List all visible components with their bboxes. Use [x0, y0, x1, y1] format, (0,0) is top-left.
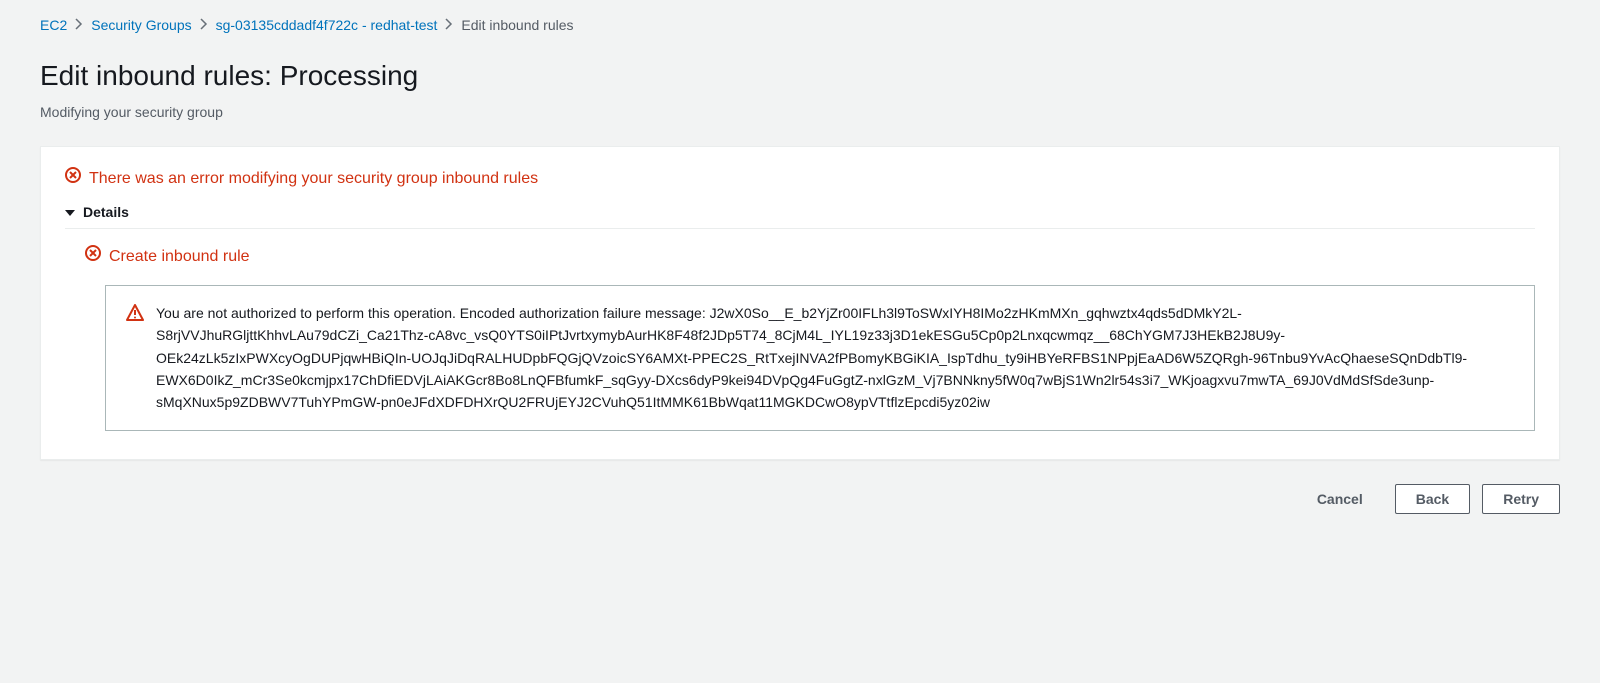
chevron-right-icon: [75, 18, 83, 34]
page-subtitle: Modifying your security group: [40, 103, 1560, 123]
breadcrumb-current: Edit inbound rules: [461, 16, 573, 36]
breadcrumb-link-ec2[interactable]: EC2: [40, 16, 67, 36]
retry-button[interactable]: Retry: [1482, 484, 1560, 514]
chevron-right-icon: [200, 18, 208, 34]
error-circle-x-icon: [65, 167, 81, 190]
error-circle-x-icon: [85, 245, 101, 268]
caret-down-icon: [65, 210, 75, 216]
cancel-button[interactable]: Cancel: [1297, 485, 1383, 513]
alert-title: There was an error modifying your securi…: [89, 168, 538, 190]
sub-alert-title: Create inbound rule: [109, 246, 250, 268]
warning-triangle-icon: [126, 302, 144, 328]
alert-header: There was an error modifying your securi…: [65, 167, 1535, 190]
page-title: Edit inbound rules: Processing: [40, 56, 1560, 95]
footer-actions: Cancel Back Retry: [40, 484, 1560, 514]
details-label: Details: [83, 203, 129, 223]
error-panel: There was an error modifying your securi…: [40, 146, 1560, 459]
breadcrumb: EC2 Security Groups sg-03135cddadf4f722c…: [40, 16, 1560, 36]
breadcrumb-link-sg[interactable]: sg-03135cddadf4f722c - redhat-test: [216, 16, 438, 36]
sub-alert: Create inbound rule: [85, 245, 1535, 268]
back-button[interactable]: Back: [1395, 484, 1470, 514]
error-message: You are not authorized to perform this o…: [156, 302, 1514, 414]
error-detail-box: You are not authorized to perform this o…: [105, 285, 1535, 431]
divider: [65, 228, 1535, 229]
breadcrumb-link-security-groups[interactable]: Security Groups: [91, 16, 191, 36]
chevron-right-icon: [445, 18, 453, 34]
details-toggle[interactable]: Details: [65, 203, 1535, 229]
